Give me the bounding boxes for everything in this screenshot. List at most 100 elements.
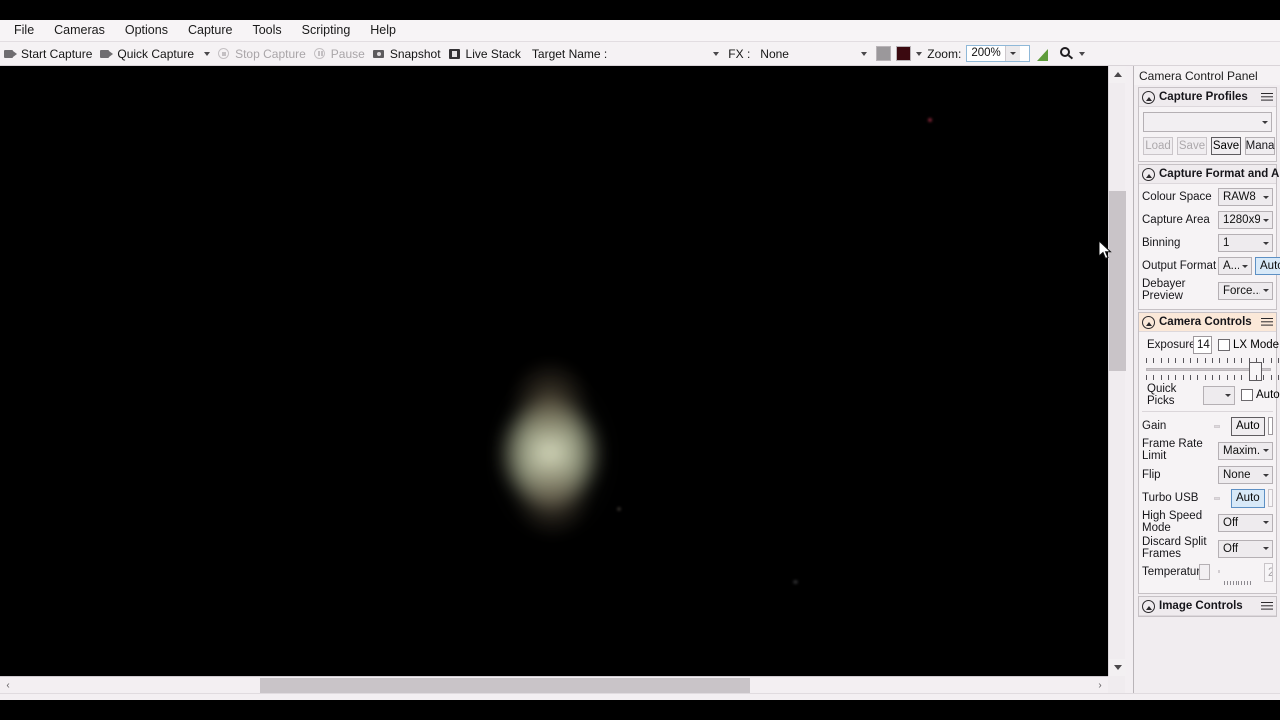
slider-track[interactable] [1146,362,1271,381]
temperature-ticks [1224,581,1264,586]
group-header-image-controls[interactable]: Image Controls [1139,597,1276,616]
menu-scripting[interactable]: Scripting [292,21,361,40]
camcorder-icon [100,47,114,60]
target-name-input[interactable] [607,45,715,62]
chevron-down-icon[interactable] [1260,521,1272,524]
color-swatch-button[interactable] [896,46,912,61]
binning-combobox[interactable]: 1 [1218,234,1273,252]
scroll-down-icon[interactable] [1109,659,1126,676]
preview-canvas[interactable] [0,66,1108,676]
gain-slider[interactable] [1214,418,1228,434]
output-format-auto-button[interactable]: Auto [1255,257,1280,275]
histogram-icon[interactable] [1036,47,1051,61]
capture-area-combobox[interactable]: 1280x9... [1218,211,1273,229]
start-capture-button[interactable]: Start Capture [1,43,97,65]
profile-save-button[interactable]: Save [1211,137,1241,155]
horizontal-scroll-thumb[interactable] [260,678,750,693]
scroll-left-icon[interactable]: ‹ [1,677,15,693]
magnifier-icon[interactable] [1060,46,1074,61]
menu-help[interactable]: Help [360,21,406,40]
menu-cameras[interactable]: Cameras [44,21,115,40]
menu-tools[interactable]: Tools [242,21,291,40]
quick-picks-auto-checkbox[interactable] [1241,389,1253,401]
menu-hamburger-icon[interactable] [1261,601,1273,611]
chevron-up-icon[interactable] [1142,315,1155,329]
chevron-up-icon[interactable] [1142,90,1155,104]
gain-auto-button[interactable]: Auto [1231,416,1265,436]
chevron-down-icon[interactable] [1222,394,1234,397]
output-format-combobox[interactable]: A... [1218,257,1252,275]
profile-manage-button[interactable]: Mana [1245,137,1275,155]
gain-value-input[interactable]: 50 [1267,417,1273,435]
fx-value[interactable]: None [760,47,856,61]
debayer-preview-label: Debayer Preview [1142,278,1186,302]
turbo-usb-slider[interactable] [1214,490,1228,506]
chevron-down-icon[interactable] [1259,120,1271,124]
menu-capture[interactable]: Capture [178,21,242,40]
quick-picks-combobox[interactable] [1203,385,1235,405]
target-name-dropdown-icon[interactable] [713,51,720,56]
zoom-combobox[interactable]: 200% [966,45,1031,62]
row-turbo-usb: Turbo USB Auto 80 [1142,488,1273,508]
chevron-down-icon[interactable] [1260,547,1272,550]
group-header-capture-profiles[interactable]: Capture Profiles [1139,88,1276,107]
profile-combobox[interactable] [1143,112,1272,132]
quick-capture-button[interactable]: Quick Capture [97,43,199,65]
chevron-down-icon[interactable] [1260,219,1272,222]
profile-load-button[interactable]: Load [1143,137,1173,155]
chevron-down-icon[interactable] [1260,289,1272,292]
lx-mode-checkbox[interactable] [1218,339,1230,351]
exposure-input[interactable]: 14 [1193,336,1212,354]
chevron-down-icon[interactable] [1260,196,1272,199]
debayer-preview-combobox[interactable]: Force... [1218,281,1273,300]
output-format-value: A... [1223,260,1239,272]
quick-capture-dropdown-icon[interactable] [204,51,211,56]
exposure-slider[interactable] [1146,358,1279,381]
turbo-usb-value-input[interactable]: 80 [1267,489,1273,507]
chevron-down-icon[interactable] [1260,242,1272,245]
stop-capture-button[interactable]: Stop Capture [215,43,311,65]
fx-dropdown-icon[interactable] [861,51,868,56]
group-camera-controls: Camera Controls Exposure 14 LX Mode Quic… [1138,312,1280,594]
menu-hamburger-icon[interactable] [1261,317,1273,327]
turbo-usb-auto-button[interactable]: Auto [1231,488,1265,508]
menu-hamburger-icon[interactable] [1261,92,1273,102]
frame-rate-limit-combobox[interactable]: Maxim... [1218,441,1273,460]
menu-options[interactable]: Options [115,21,178,40]
chevron-up-icon[interactable] [1142,167,1155,181]
chevron-down-icon[interactable] [1260,474,1272,477]
row-exposure: Exposure 14 LX Mode [1142,335,1279,355]
live-stack-button[interactable]: Live Stack [446,43,526,65]
scroll-right-icon[interactable]: › [1093,677,1107,693]
menu-file[interactable]: File [4,21,44,40]
magnifier-dropdown-icon[interactable] [1079,51,1086,56]
group-body-capture-format: Colour Space RAW8 Capture Area 1280x9... [1139,184,1280,309]
chevron-down-icon[interactable] [1260,449,1272,452]
group-body-camera-controls: Exposure 14 LX Mode Quick Picks Auto Gai… [1139,332,1280,593]
profile-save-disabled-button[interactable]: Save [1177,137,1207,155]
row-temperature: Temperature 22,2 [1142,563,1273,586]
hot-pixel [928,118,932,122]
grayscale-swatch-button[interactable] [876,46,892,61]
color-dropdown-icon[interactable] [916,51,923,56]
pause-button[interactable]: Pause [311,43,370,65]
group-header-capture-format[interactable]: Capture Format and Area [1139,165,1280,184]
chevron-down-icon[interactable] [1239,265,1251,268]
canvas-vertical-scrollbar[interactable] [1108,66,1126,676]
colour-space-combobox[interactable]: RAW8 [1218,188,1273,206]
high-speed-mode-value: Off [1223,516,1239,529]
flip-combobox[interactable]: None [1218,466,1273,484]
chevron-up-icon[interactable] [1142,599,1155,613]
group-header-camera-controls[interactable]: Camera Controls [1139,313,1276,332]
snapshot-button[interactable]: Snapshot [370,43,446,65]
high-speed-mode-combobox[interactable]: Off [1218,513,1273,532]
quick-picks-auto-label: Auto [1256,389,1280,401]
vertical-scroll-thumb[interactable] [1109,191,1126,371]
row-colour-space: Colour Space RAW8 [1142,187,1273,207]
high-speed-mode-label: High Speed Mode [1142,510,1203,534]
debayer-preview-value: Force... [1223,284,1260,297]
chevron-down-icon[interactable] [1004,46,1020,61]
canvas-horizontal-scrollbar[interactable]: ‹ › [0,676,1108,693]
scroll-up-icon[interactable] [1109,66,1126,83]
discard-split-frames-combobox[interactable]: Off [1218,539,1273,558]
